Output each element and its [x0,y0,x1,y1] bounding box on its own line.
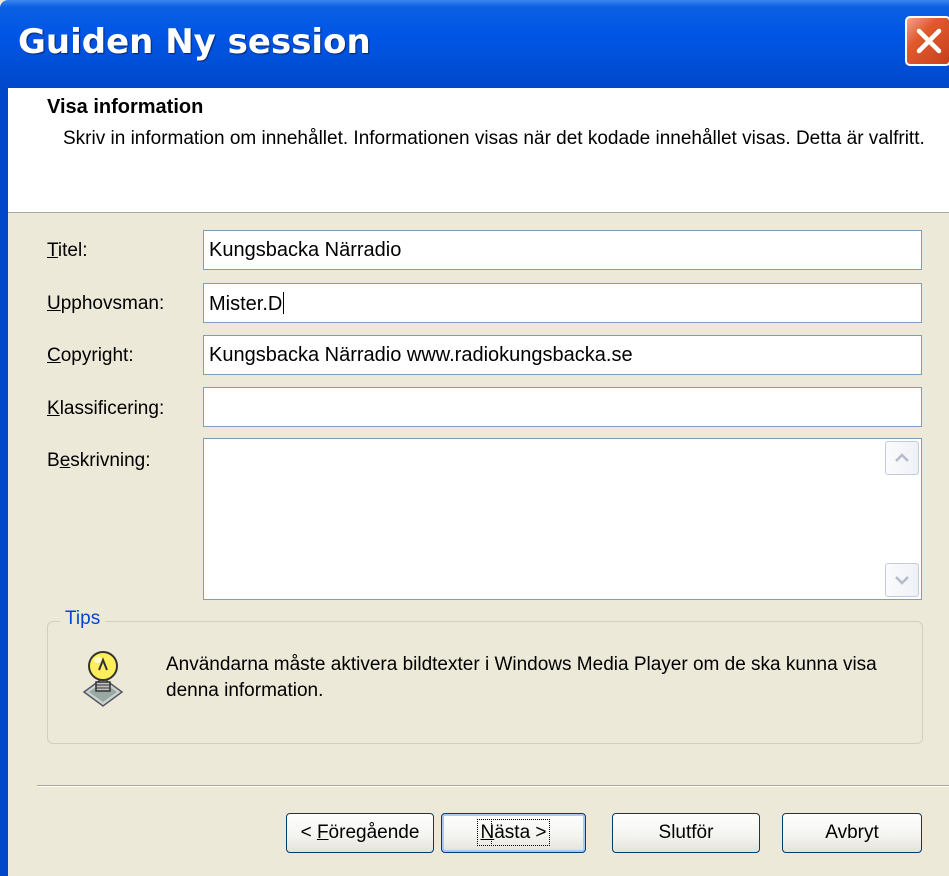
button-separator [37,785,949,787]
klassificering-label: Klassificering: [47,398,165,419]
title-bar: Guiden Ny session [0,0,949,88]
titel-label: Titel: [47,240,88,261]
text-cursor [283,292,285,314]
wizard-header: Visa information Skriv in information om… [8,88,949,213]
beskrivning-textarea[interactable] [203,438,922,600]
close-icon [916,28,942,54]
upphovsman-field[interactable]: Mister.D [203,283,922,323]
titel-field[interactable]: Kungsbacka Närradio [203,230,922,270]
cancel-button[interactable]: Avbryt [782,813,922,853]
copyright-field[interactable]: Kungsbacka Närradio www.radiokungsbacka.… [203,335,922,375]
chevron-down-icon [895,576,909,585]
window-title: Guiden Ny session [18,22,371,62]
tips-legend: Tips [60,608,106,630]
beskrivning-label: Beskrivning: [47,450,151,471]
window-frame [0,88,8,876]
next-button[interactable]: Nästa > [441,813,586,853]
vertical-scrollbar[interactable] [885,441,919,597]
scroll-up-button[interactable] [885,441,919,475]
copyright-label: Copyright: [47,345,134,366]
scroll-down-button[interactable] [885,563,919,597]
close-button[interactable] [905,16,949,66]
tips-text: Användarna måste aktivera bildtexter i W… [166,654,877,701]
chevron-up-icon [895,453,909,462]
finish-button[interactable]: Slutför [612,813,760,853]
back-button[interactable]: < Föregående [286,813,434,853]
lightbulb-icon [78,648,128,716]
upphovsman-label: Upphovsman: [47,293,165,314]
klassificering-field[interactable] [203,387,922,427]
header-title: Visa information [47,96,204,118]
header-description: Skriv in information om innehållet. Info… [63,128,925,149]
